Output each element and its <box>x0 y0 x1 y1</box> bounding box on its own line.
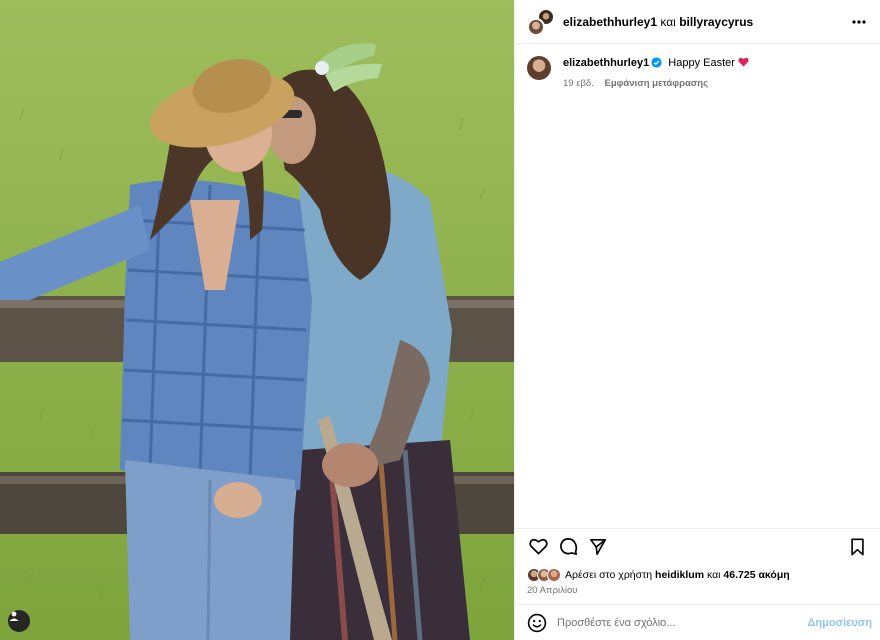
post-header: elizabethhurley1 και billyraycyrus <box>515 0 880 44</box>
paper-plane-icon[interactable] <box>587 536 609 558</box>
post-photo[interactable] <box>0 0 514 640</box>
avatar <box>527 17 545 36</box>
comment-icon[interactable] <box>557 536 579 558</box>
username-link[interactable]: billyraycyrus <box>679 15 753 29</box>
bookmark-icon[interactable] <box>846 536 868 558</box>
post-side-panel: elizabethhurley1 και billyraycyrus eliza… <box>514 0 880 640</box>
avatar <box>547 568 561 582</box>
caption-username[interactable]: elizabethhurley1 <box>563 57 649 69</box>
conjunction: και <box>660 14 676 29</box>
user-tag-icon[interactable] <box>8 610 30 632</box>
verified-badge-icon <box>651 57 662 73</box>
post-comment-button[interactable]: Δημοσίευση <box>807 617 872 629</box>
collab-usernames: elizabethhurley1 και billyraycyrus <box>563 15 850 29</box>
collab-avatars[interactable] <box>527 7 555 36</box>
post-date: 20 Απριλίου <box>527 585 578 596</box>
heart-icon[interactable] <box>527 536 549 558</box>
emoji-icon[interactable] <box>527 613 547 633</box>
avatar[interactable] <box>527 56 551 80</box>
liker-avatars <box>527 568 561 582</box>
caption-text: Happy Easter <box>668 57 735 69</box>
likes-prefix: Αρέσει στο χρήστη <box>565 569 653 581</box>
comment-input[interactable] <box>557 616 808 629</box>
username-link[interactable]: elizabethhurley1 <box>563 15 657 29</box>
caption: elizabethhurley1 Happy Easter 19 εβδ. Εμ… <box>515 44 880 91</box>
comment-bar: Δημοσίευση <box>515 604 880 640</box>
photo-illustration <box>0 0 514 640</box>
red-heart-emoji <box>738 57 749 69</box>
more-horizontal-icon[interactable] <box>850 13 868 31</box>
liker-username[interactable]: heidiklum <box>655 569 704 581</box>
likes-count[interactable]: 46.725 ακόμη <box>723 569 789 581</box>
action-bar <box>515 528 880 564</box>
see-translation-link[interactable]: Εμφάνιση μετάφρασης <box>604 78 708 89</box>
post-age: 19 εβδ. <box>563 78 594 89</box>
likes-summary[interactable]: Αρέσει στο χρήστη heidiklum και 46.725 α… <box>527 566 868 584</box>
likes-and: και <box>706 569 721 581</box>
